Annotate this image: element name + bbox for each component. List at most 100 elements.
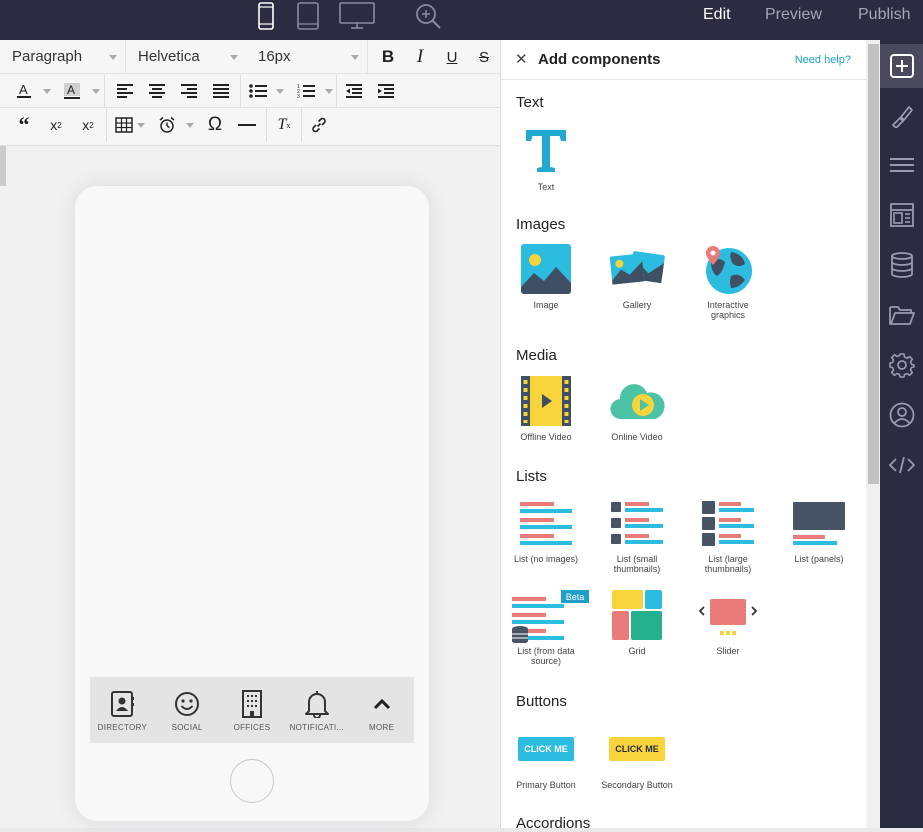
component-label: Online Video [611,432,663,442]
component-list-panels[interactable]: List (panels) [774,494,864,564]
component-label: Text [537,182,555,192]
numbered-list-icon[interactable]: 123 [290,74,322,108]
tablet-icon[interactable] [296,0,320,32]
list-no-images-icon [501,494,591,552]
component-list-small-thumbnails[interactable]: List (small thumbnails) [592,494,682,574]
component-label: List (from data source) [501,646,591,666]
list-data-label-line1: List (from data [517,646,575,656]
svg-text:3: 3 [297,94,300,99]
app-tab-label: OFFICES [233,722,271,732]
component-online-video[interactable]: Online Video [592,372,682,442]
italic-icon[interactable]: I [404,40,436,74]
desktop-icon[interactable] [338,0,376,32]
beta-badge: Beta [560,589,590,604]
underline-icon[interactable]: U [436,40,468,74]
code-icon[interactable] [880,443,923,487]
special-character-icon[interactable]: Ω [199,108,231,142]
directory-icon [110,689,135,719]
app-tab-notifications[interactable]: NOTIFICATI... [284,677,349,743]
preview-tab[interactable]: Preview [765,6,822,24]
list-large-thumbnails-icon [683,494,773,552]
component-label: Secondary Button [601,780,673,790]
background-color-icon[interactable]: A [56,74,88,108]
component-list-large-thumbnails[interactable]: List (large thumbnails) [683,494,773,574]
close-icon[interactable]: ✕ [515,50,528,68]
alarm-icon[interactable] [151,108,183,142]
strikethrough-icon[interactable]: S [468,40,500,74]
indent-icon[interactable] [370,74,402,108]
section-images: Images [516,216,566,233]
align-justify-icon[interactable] [205,74,237,108]
app-tab-directory[interactable]: DIRECTORY [90,677,155,743]
account-icon[interactable] [880,393,923,437]
canvas-edge [0,146,6,186]
component-label: Gallery [622,300,652,310]
list-small-label-line2: thumbnails) [613,564,661,574]
table-icon[interactable] [108,108,140,142]
layout-icon[interactable] [880,193,923,237]
menu-icon[interactable] [880,143,923,187]
component-label: List (large thumbnails) [683,554,773,574]
component-offline-video[interactable]: Offline Video [501,372,591,442]
link-icon[interactable] [303,108,335,142]
slider-icon [683,586,773,644]
need-help-link[interactable]: Need help? [795,54,851,66]
panel-scrollbar-thumb[interactable] [868,44,879,484]
blockquote-icon[interactable]: “ [8,108,40,142]
brush-icon[interactable] [880,94,923,138]
component-label: Grid [628,646,646,656]
clear-formatting-icon[interactable]: Tx [268,108,300,142]
toolbar-row-1: Paragraph Helvetica 16px B I U S [0,40,500,74]
edit-tab[interactable]: Edit [703,6,731,24]
add-icon[interactable] [880,44,923,88]
list-small-thumbnails-icon [592,494,682,552]
block-format-select[interactable]: Paragraph [0,40,126,74]
component-interactive-graphics[interactable]: Interactive graphics [683,240,773,320]
zoom-in-icon[interactable] [414,0,442,32]
text-color-icon[interactable]: A [8,74,40,108]
horizontal-rule-icon[interactable] [231,108,263,142]
component-label: List (no images) [513,554,579,564]
top-bar: Edit Preview Publish [0,0,923,40]
component-label: Primary Button [516,780,576,790]
component-label: Offline Video [520,432,572,442]
component-slider[interactable]: Slider [683,586,773,656]
block-format-value: Paragraph [12,48,83,65]
component-gallery[interactable]: Gallery [592,240,682,310]
component-label: List (panels) [794,554,844,564]
app-tab-bar: DIRECTORY SOCIAL OFFICES NOTIFICATI... M… [90,677,414,743]
component-primary-button[interactable]: CLICK ME Primary Button [501,720,591,790]
font-size-select[interactable]: 16px [246,40,368,74]
app-tab-label: SOCIAL [171,722,203,732]
component-text[interactable]: Text [501,122,591,192]
component-grid[interactable]: Grid [592,586,682,656]
publish-button[interactable]: Publish [858,6,910,24]
folder-icon[interactable] [880,293,923,337]
bold-icon[interactable]: B [372,40,404,74]
align-right-icon[interactable] [173,74,205,108]
component-label: Image [533,300,559,310]
font-family-value: Helvetica [138,48,200,65]
phone-icon[interactable] [255,0,277,32]
database-icon[interactable] [880,243,923,287]
font-family-select[interactable]: Helvetica [126,40,246,74]
list-data-label-line2: source) [530,656,561,666]
app-tab-more[interactable]: MORE [349,677,414,743]
app-tab-offices[interactable]: OFFICES [220,677,285,743]
cloud-video-icon [592,372,682,430]
align-left-icon[interactable] [109,74,141,108]
settings-icon[interactable] [880,343,923,387]
app-tab-label: MORE [368,722,395,732]
bullet-list-icon[interactable] [242,74,274,108]
component-image[interactable]: Image [501,240,591,310]
component-secondary-button[interactable]: CLICK ME Secondary Button [592,720,682,790]
subscript-icon[interactable]: x2 [40,108,72,142]
list-panels-icon [774,494,864,552]
component-list-no-images[interactable]: List (no images) [501,494,591,564]
outdent-icon[interactable] [338,74,370,108]
superscript-icon[interactable]: x2 [72,108,104,142]
app-tab-social[interactable]: SOCIAL [155,677,220,743]
align-center-icon[interactable] [141,74,173,108]
gallery-component-icon [592,240,682,298]
svg-text:A: A [67,83,75,97]
